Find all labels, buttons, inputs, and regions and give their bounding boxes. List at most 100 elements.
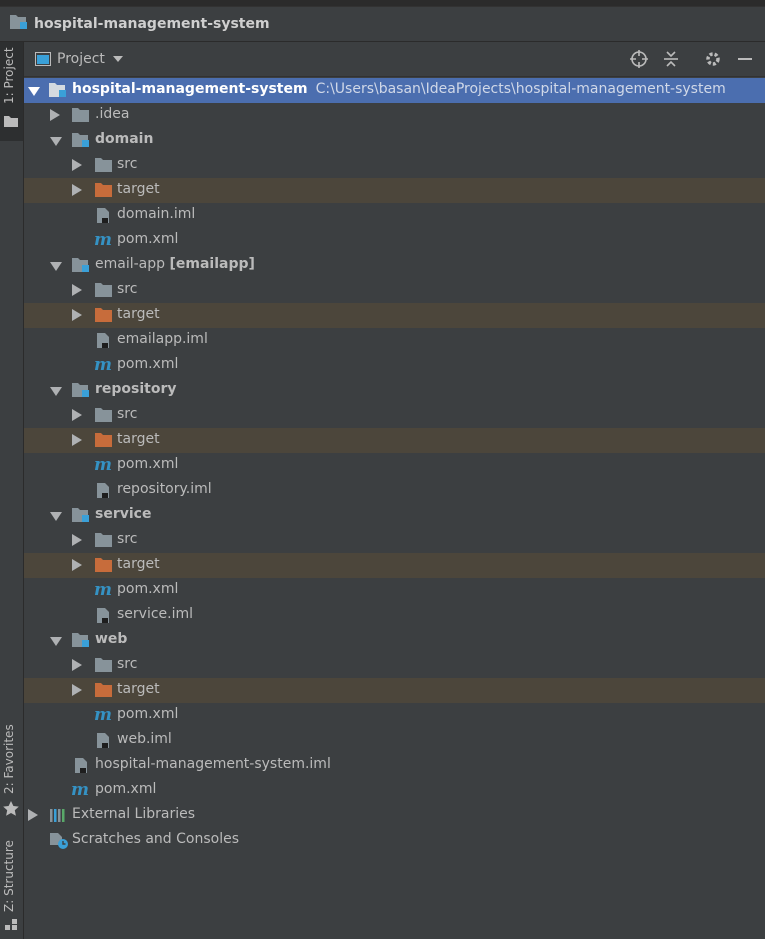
tree-node-root-pom[interactable]: m pom.xml bbox=[24, 778, 765, 803]
expand-arrow-icon[interactable] bbox=[72, 309, 82, 321]
tree-node-repository-target[interactable]: target bbox=[24, 428, 765, 453]
favorites-tab[interactable]: 2: Favorites bbox=[2, 724, 16, 794]
expand-arrow-icon[interactable] bbox=[72, 434, 82, 446]
maven-icon: m bbox=[94, 230, 112, 250]
project-module-icon bbox=[9, 13, 29, 35]
tree-node-root[interactable]: hospital-management-system C:\Users\basan… bbox=[24, 78, 765, 103]
star-icon bbox=[2, 800, 20, 822]
project-tab-label[interactable]: 1: Project bbox=[2, 47, 16, 104]
iml-file-icon bbox=[96, 732, 114, 748]
tree-node-domain-iml[interactable]: domain.iml bbox=[24, 203, 765, 228]
expand-arrow-icon[interactable] bbox=[50, 137, 62, 146]
structure-icon bbox=[4, 918, 18, 936]
module-folder-icon bbox=[71, 632, 89, 648]
module-folder-icon bbox=[71, 132, 89, 148]
tree-node-repository-pom[interactable]: m pom.xml bbox=[24, 453, 765, 478]
project-tree[interactable]: hospital-management-system C:\Users\basan… bbox=[24, 78, 765, 853]
tree-node-web-iml[interactable]: web.iml bbox=[24, 728, 765, 753]
project-tool-tab[interactable]: 1: Project bbox=[0, 42, 23, 141]
folder-icon bbox=[94, 157, 112, 173]
expand-arrow-icon[interactable] bbox=[50, 387, 62, 396]
src-label: src bbox=[117, 406, 138, 422]
scratches-label: Scratches and Consoles bbox=[72, 831, 239, 847]
iml-label: web.iml bbox=[117, 731, 172, 747]
expand-arrow-icon[interactable] bbox=[72, 684, 82, 696]
target-label: target bbox=[117, 306, 160, 322]
tree-node-idea[interactable]: .idea bbox=[24, 103, 765, 128]
pom-label: pom.xml bbox=[117, 356, 179, 372]
expand-arrow-icon[interactable] bbox=[50, 512, 62, 521]
target-label: target bbox=[117, 181, 160, 197]
tree-node-web-pom[interactable]: m pom.xml bbox=[24, 703, 765, 728]
project-view-selector[interactable]: Project bbox=[57, 51, 105, 67]
tree-node-web-src[interactable]: src bbox=[24, 653, 765, 678]
tree-node-service-pom[interactable]: m pom.xml bbox=[24, 578, 765, 603]
collapse-all-icon[interactable] bbox=[662, 50, 680, 68]
expand-arrow-icon[interactable] bbox=[50, 637, 62, 646]
excluded-folder-icon bbox=[94, 432, 112, 448]
tree-node-email-src[interactable]: src bbox=[24, 278, 765, 303]
window-title[interactable]: hospital-management-system bbox=[34, 16, 270, 32]
iml-file-icon bbox=[74, 757, 92, 773]
minimize-icon[interactable] bbox=[736, 50, 754, 68]
tree-node-scratches[interactable]: Scratches and Consoles bbox=[24, 828, 765, 853]
target-label: target bbox=[117, 556, 160, 572]
root-name: hospital-management-system bbox=[72, 81, 308, 97]
expand-arrow-icon[interactable] bbox=[72, 659, 82, 671]
tree-node-domain[interactable]: domain bbox=[24, 128, 765, 153]
module-folder-icon bbox=[71, 507, 89, 523]
email-app-label: email-app bbox=[95, 256, 166, 272]
chevron-down-icon[interactable] bbox=[112, 56, 123, 62]
tree-node-email-app[interactable]: email-app [emailapp] bbox=[24, 253, 765, 278]
expand-arrow-icon[interactable] bbox=[72, 559, 82, 571]
tree-node-repository-src[interactable]: src bbox=[24, 403, 765, 428]
folder-icon bbox=[94, 657, 112, 673]
expand-arrow-icon[interactable] bbox=[50, 109, 60, 121]
expand-arrow-icon[interactable] bbox=[72, 184, 82, 196]
tree-node-service[interactable]: service bbox=[24, 503, 765, 528]
src-label: src bbox=[117, 531, 138, 547]
tree-node-service-src[interactable]: src bbox=[24, 528, 765, 553]
tree-node-domain-src[interactable]: src bbox=[24, 153, 765, 178]
library-icon bbox=[49, 807, 67, 823]
pom-label: pom.xml bbox=[117, 581, 179, 597]
tree-node-web[interactable]: web bbox=[24, 628, 765, 653]
tree-node-service-iml[interactable]: service.iml bbox=[24, 603, 765, 628]
folder-icon bbox=[94, 282, 112, 298]
tree-node-service-target[interactable]: target bbox=[24, 553, 765, 578]
tree-node-domain-target[interactable]: target bbox=[24, 178, 765, 203]
root-path: C:\Users\basan\IdeaProjects\hospital-man… bbox=[315, 81, 726, 97]
tree-node-email-pom[interactable]: m pom.xml bbox=[24, 353, 765, 378]
expand-arrow-icon[interactable] bbox=[72, 284, 82, 296]
iml-label: emailapp.iml bbox=[117, 331, 208, 347]
tree-node-domain-pom[interactable]: m pom.xml bbox=[24, 228, 765, 253]
expand-arrow-icon[interactable] bbox=[28, 87, 40, 96]
pom-label: pom.xml bbox=[117, 706, 179, 722]
tree-node-repository[interactable]: repository bbox=[24, 378, 765, 403]
iml-label: repository.iml bbox=[117, 481, 212, 497]
src-label: src bbox=[117, 156, 138, 172]
expand-arrow-icon[interactable] bbox=[50, 262, 62, 271]
tree-node-web-target[interactable]: target bbox=[24, 678, 765, 703]
tree-node-root-iml[interactable]: hospital-management-system.iml bbox=[24, 753, 765, 778]
gear-icon[interactable] bbox=[704, 50, 722, 68]
module-folder-icon bbox=[71, 257, 89, 273]
tree-node-external-libraries[interactable]: External Libraries bbox=[24, 803, 765, 828]
tree-node-repository-iml[interactable]: repository.iml bbox=[24, 478, 765, 503]
maven-icon: m bbox=[94, 705, 112, 725]
expand-arrow-icon[interactable] bbox=[72, 409, 82, 421]
iml-file-icon bbox=[96, 207, 114, 223]
structure-tab[interactable]: Z: Structure bbox=[2, 840, 16, 912]
locate-icon[interactable] bbox=[630, 50, 648, 68]
expand-arrow-icon[interactable] bbox=[28, 809, 38, 821]
src-label: src bbox=[117, 656, 138, 672]
expand-arrow-icon[interactable] bbox=[72, 159, 82, 171]
root-iml-label: hospital-management-system.iml bbox=[95, 756, 331, 772]
tree-node-email-iml[interactable]: emailapp.iml bbox=[24, 328, 765, 353]
expand-arrow-icon[interactable] bbox=[72, 534, 82, 546]
email-app-qualifier: [emailapp] bbox=[169, 256, 255, 272]
window-top-edge bbox=[0, 0, 765, 7]
excluded-folder-icon bbox=[94, 182, 112, 198]
tree-node-email-target[interactable]: target bbox=[24, 303, 765, 328]
project-view-icon bbox=[35, 52, 51, 66]
